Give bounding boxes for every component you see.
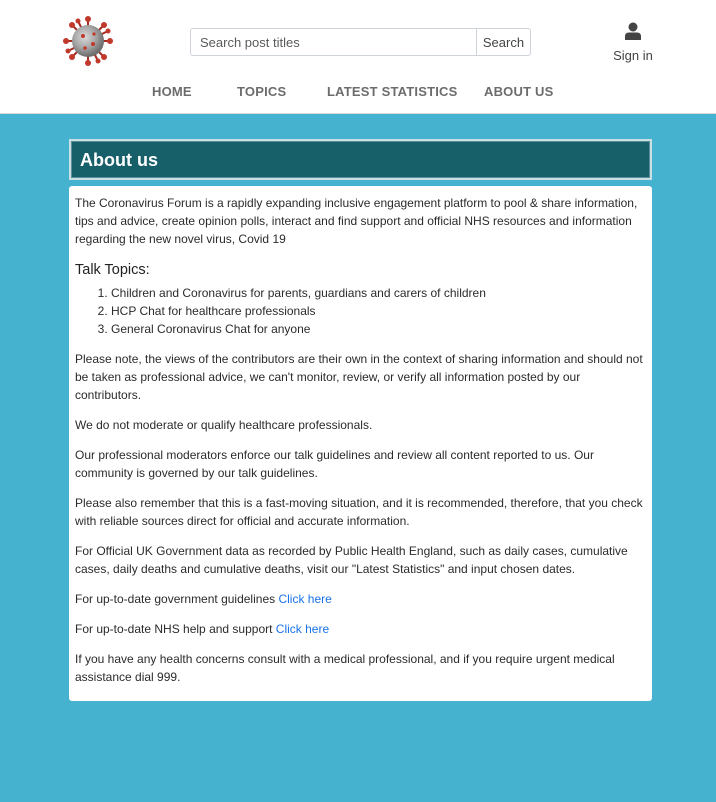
fast-moving-paragraph: Please also remember that this is a fast… [75,496,643,528]
search-button[interactable]: Search [476,28,531,56]
official-data-paragraph: For Official UK Government data as recor… [75,544,628,576]
about-content: The Coronavirus Forum is a rapidly expan… [69,186,652,701]
note-paragraph: Please note, the views of the contributo… [75,352,643,402]
page-title-bar: About us [69,139,652,180]
site-header: Search Sign in HOME TOPICS LATEST STATIS… [0,0,716,114]
search-bar: Search [190,28,531,56]
nav-item-about-us[interactable]: ABOUT US [484,84,554,99]
moderators-paragraph: Our professional moderators enforce our … [75,448,594,480]
nhs-help-link[interactable]: Click here [276,622,329,636]
concerns-paragraph: If you have any health concerns consult … [75,652,615,684]
list-item: General Coronavirus Chat for anyone [111,320,646,338]
nav-item-topics[interactable]: TOPICS [237,84,286,99]
sign-in-button[interactable]: Sign in [610,22,656,63]
sign-in-label: Sign in [613,48,653,63]
list-item: Children and Coronavirus for parents, gu… [111,284,646,302]
user-icon [625,22,641,40]
nav-item-home[interactable]: HOME [152,84,192,99]
gov-guidelines-link[interactable]: Click here [278,592,331,606]
main-nav: HOME TOPICS LATEST STATISTICS ABOUT US [0,84,716,100]
nhs-help-paragraph: For up-to-date NHS help and support Clic… [75,620,646,638]
moderation-paragraph: We do not moderate or qualify healthcare… [75,418,373,432]
page-title: About us [80,150,158,170]
nhs-help-text: For up-to-date NHS help and support [75,622,276,636]
gov-guidelines-paragraph: For up-to-date government guidelines Cli… [75,590,646,608]
intro-paragraph: The Coronavirus Forum is a rapidly expan… [75,196,638,246]
topics-heading: Talk Topics: [75,262,150,278]
gov-guidelines-text: For up-to-date government guidelines [75,592,279,606]
nav-item-latest-statistics[interactable]: LATEST STATISTICS [327,84,458,99]
topics-list: Children and Coronavirus for parents, gu… [111,284,646,338]
search-input[interactable] [190,28,476,56]
list-item: HCP Chat for healthcare professionals [111,302,646,320]
coronavirus-logo-icon[interactable] [63,16,113,66]
